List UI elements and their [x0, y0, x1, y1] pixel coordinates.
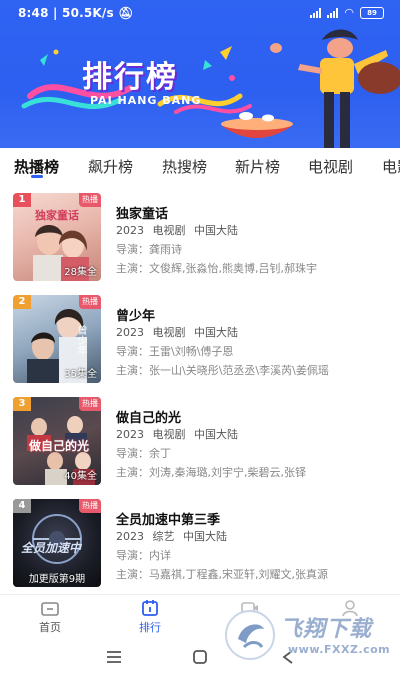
show-year: 2023 [116, 224, 144, 237]
director-value: 龚雨诗 [149, 243, 182, 256]
show-region: 中国大陆 [194, 224, 238, 237]
list-item[interactable]: 3 热播 做自己的光 40集全 做自己的光 2023 电视剧 中国大陆 导演：余… [0, 390, 400, 490]
director-row: 导演：内详 [116, 547, 171, 563]
show-region: 中国大陆 [183, 530, 227, 543]
nav-ranking[interactable]: 排行 [120, 599, 180, 635]
episode-count: 28集全 [64, 267, 97, 278]
director-value: 内详 [149, 549, 171, 562]
show-region: 中国大陆 [194, 326, 238, 339]
poster-image[interactable]: 3 热播 做自己的光 40集全 [13, 397, 101, 485]
tab-tv-series[interactable]: 电视剧 [308, 156, 353, 177]
cast-label: 主演： [116, 262, 149, 275]
hot-badge: 热播 [79, 397, 101, 411]
home-icon [41, 602, 59, 616]
cast-value: 刘涛,秦海璐,刘宇宁,柴碧云,张铎 [149, 466, 306, 479]
tab-new-release[interactable]: 新片榜 [235, 156, 280, 177]
watermark-text: 飞翔下载 [280, 617, 373, 642]
show-title[interactable]: 做自己的光 [116, 407, 181, 426]
episode-count: 加更版第9期 [28, 574, 86, 585]
show-year: 2023 [116, 428, 144, 441]
cast-label: 主演： [116, 568, 149, 581]
show-title[interactable]: 曾少年 [116, 305, 155, 324]
poster-image[interactable]: 2 热播 曾少年 35集全 [13, 295, 101, 383]
director-row: 导演：王雷\刘畅\傅子恩 [116, 343, 233, 359]
show-type: 综艺 [152, 530, 175, 543]
show-meta: 2023 电视剧 中国大陆 [116, 222, 238, 238]
cast-row: 主演：马嘉祺,丁程鑫,宋亚轩,刘耀文,张真源 [116, 566, 328, 582]
show-meta: 2023 电视剧 中国大陆 [116, 426, 238, 442]
episode-count: 35集全 [64, 369, 97, 380]
director-row: 导演：龚雨诗 [116, 241, 182, 257]
poster-title: 独家童话 [35, 209, 79, 222]
episode-count: 40集全 [64, 471, 97, 482]
rank-badge: 1 [13, 193, 31, 207]
show-title[interactable]: 全员加速中第三季 [116, 509, 220, 528]
site-watermark: 飞翔下载 www.FXXZ.com [222, 603, 392, 665]
show-year: 2023 [116, 530, 144, 543]
show-type: 电视剧 [152, 224, 186, 237]
director-value: 余丁 [149, 447, 171, 460]
hot-badge: 热播 [79, 295, 101, 309]
cast-row: 主演：张一山\关晓彤\范丞丞\李溪芮\姜佩瑶 [116, 362, 329, 378]
director-label: 导演： [116, 345, 149, 358]
cast-label: 主演： [116, 466, 149, 479]
poster-image[interactable]: 1 热播 独家童话 28集全 [13, 193, 101, 281]
poster-title: 做自己的光 [29, 439, 90, 453]
watermark-url: www.FXXZ.com [288, 643, 391, 656]
banner-subtitle: PAI HANG BANG [90, 94, 202, 107]
cast-value: 文俊辉,张淼怡,熊奥博,吕钊,郝珠宇 [149, 262, 317, 275]
active-tab-indicator [31, 175, 43, 178]
director-label: 导演： [116, 243, 149, 256]
list-item[interactable]: 1 热播 独家童话 28集全 独家童话 2023 电视剧 中国大陆 导演：龚雨诗… [0, 186, 400, 286]
ranking-banner: 8:48 | 50.5K/s 🔕︎ ◠ 89 排行榜 PAI HANG BANG [0, 0, 400, 148]
nav-home[interactable]: 首页 [20, 599, 80, 635]
banner-logo: 排行榜 PAI HANG BANG [34, 48, 254, 118]
director-value: 王雷\刘畅\傅子恩 [149, 345, 234, 358]
tab-hot-search[interactable]: 热搜榜 [162, 156, 207, 177]
show-title[interactable]: 独家童话 [116, 203, 168, 222]
rank-badge: 3 [13, 397, 31, 411]
cast-value: 马嘉祺,丁程鑫,宋亚轩,刘耀文,张真源 [149, 568, 328, 581]
show-year: 2023 [116, 326, 144, 339]
show-type: 电视剧 [152, 428, 186, 441]
director-row: 导演：余丁 [116, 445, 171, 461]
show-meta: 2023 综艺 中国大陆 [116, 528, 227, 544]
hot-badge: 热播 [79, 193, 101, 207]
tab-hot-play[interactable]: 热播榜 [14, 156, 59, 177]
cast-label: 主演： [116, 364, 149, 377]
ranking-tabs: 热播榜 飙升榜 热搜榜 新片榜 电视剧 电影 [0, 148, 400, 186]
poster-title: 曾少年 [75, 325, 86, 355]
banner-title: 排行榜 [82, 60, 178, 95]
tab-rising[interactable]: 飙升榜 [88, 156, 133, 177]
director-label: 导演： [116, 549, 149, 562]
rank-badge: 4 [13, 499, 31, 513]
cast-row: 主演：刘涛,秦海璐,刘宇宁,柴碧云,张铎 [116, 464, 306, 480]
cast-row: 主演：文俊辉,张淼怡,熊奥博,吕钊,郝珠宇 [116, 260, 317, 276]
list-item[interactable]: 2 热播 曾少年 35集全 曾少年 2023 电视剧 中国大陆 导演：王雷\刘畅… [0, 288, 400, 388]
rank-badge: 2 [13, 295, 31, 309]
poster-title: 全员加速中 [21, 541, 82, 555]
nav-home-label: 首页 [39, 621, 61, 634]
director-label: 导演： [116, 447, 149, 460]
hot-badge: 热播 [79, 499, 101, 513]
cast-value: 张一山\关晓彤\范丞丞\李溪芮\姜佩瑶 [149, 364, 329, 377]
show-type: 电视剧 [152, 326, 186, 339]
nav-ranking-label: 排行 [139, 621, 161, 634]
home-square-icon[interactable] [192, 650, 208, 664]
ranking-icon [142, 600, 158, 616]
list-item[interactable]: 4 热播 全员加速中 加更版第9期 全员加速中第三季 2023 综艺 中国大陆 … [0, 492, 400, 592]
show-meta: 2023 电视剧 中国大陆 [116, 324, 238, 340]
tab-movie[interactable]: 电影 [382, 156, 400, 177]
show-region: 中国大陆 [194, 428, 238, 441]
menu-icon[interactable] [106, 650, 122, 664]
poster-image[interactable]: 4 热播 全员加速中 加更版第9期 [13, 499, 101, 587]
